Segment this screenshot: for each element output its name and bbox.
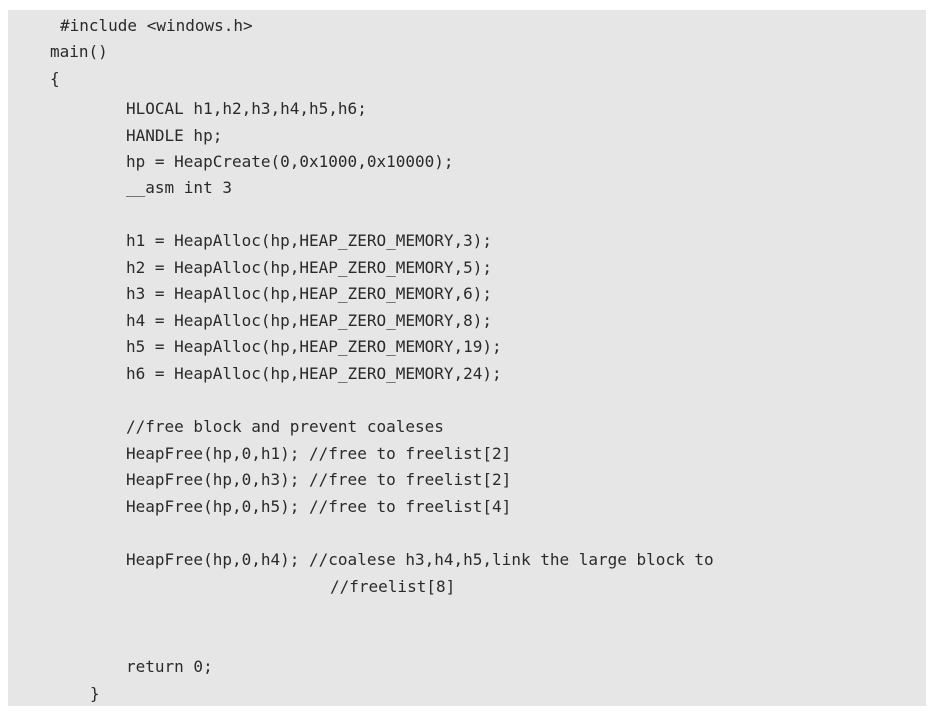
code-line-free-h3: HeapFree(hp,0,h3); //free to freelist[2] [126, 470, 512, 489]
code-line-open-brace: { [50, 69, 60, 88]
code-line-return: return 0; [126, 657, 213, 676]
code-line-heapcreate: hp = HeapCreate(0,0x1000,0x10000); [126, 152, 454, 171]
code-line-hlocal: HLOCAL h1,h2,h3,h4,h5,h6; [126, 99, 367, 118]
code-block: #include <windows.h> main() { HLOCAL h1,… [8, 10, 926, 706]
code-line-free-h1: HeapFree(hp,0,h1); //free to freelist[2] [126, 444, 512, 463]
code-line-alloc-h4: h4 = HeapAlloc(hp,HEAP_ZERO_MEMORY,8); [126, 311, 493, 330]
code-line-alloc-h1: h1 = HeapAlloc(hp,HEAP_ZERO_MEMORY,3); [126, 231, 493, 250]
code-line-comment-free: //free block and prevent coaleses [126, 417, 444, 436]
code-line-alloc-h6: h6 = HeapAlloc(hp,HEAP_ZERO_MEMORY,24); [126, 364, 502, 383]
code-line-handle: HANDLE hp; [126, 126, 223, 145]
code-line-free-h4: HeapFree(hp,0,h4); //coalese h3,h4,h5,li… [126, 550, 714, 569]
code-line-alloc-h3: h3 = HeapAlloc(hp,HEAP_ZERO_MEMORY,6); [126, 284, 493, 303]
code-line-freelist-comment: //freelist[8] [330, 577, 456, 596]
code-line-alloc-h5: h5 = HeapAlloc(hp,HEAP_ZERO_MEMORY,19); [126, 337, 502, 356]
code-panel: #include <windows.h> main() { HLOCAL h1,… [8, 10, 926, 706]
code-line-alloc-h2: h2 = HeapAlloc(hp,HEAP_ZERO_MEMORY,5); [126, 258, 493, 277]
code-line-free-h5: HeapFree(hp,0,h5); //free to freelist[4] [126, 497, 512, 516]
code-line-main: main() [50, 42, 108, 61]
code-line-close-brace: } [90, 684, 100, 703]
code-line-asm: __asm int 3 [126, 178, 232, 197]
code-line-include: #include <windows.h> [60, 16, 253, 35]
